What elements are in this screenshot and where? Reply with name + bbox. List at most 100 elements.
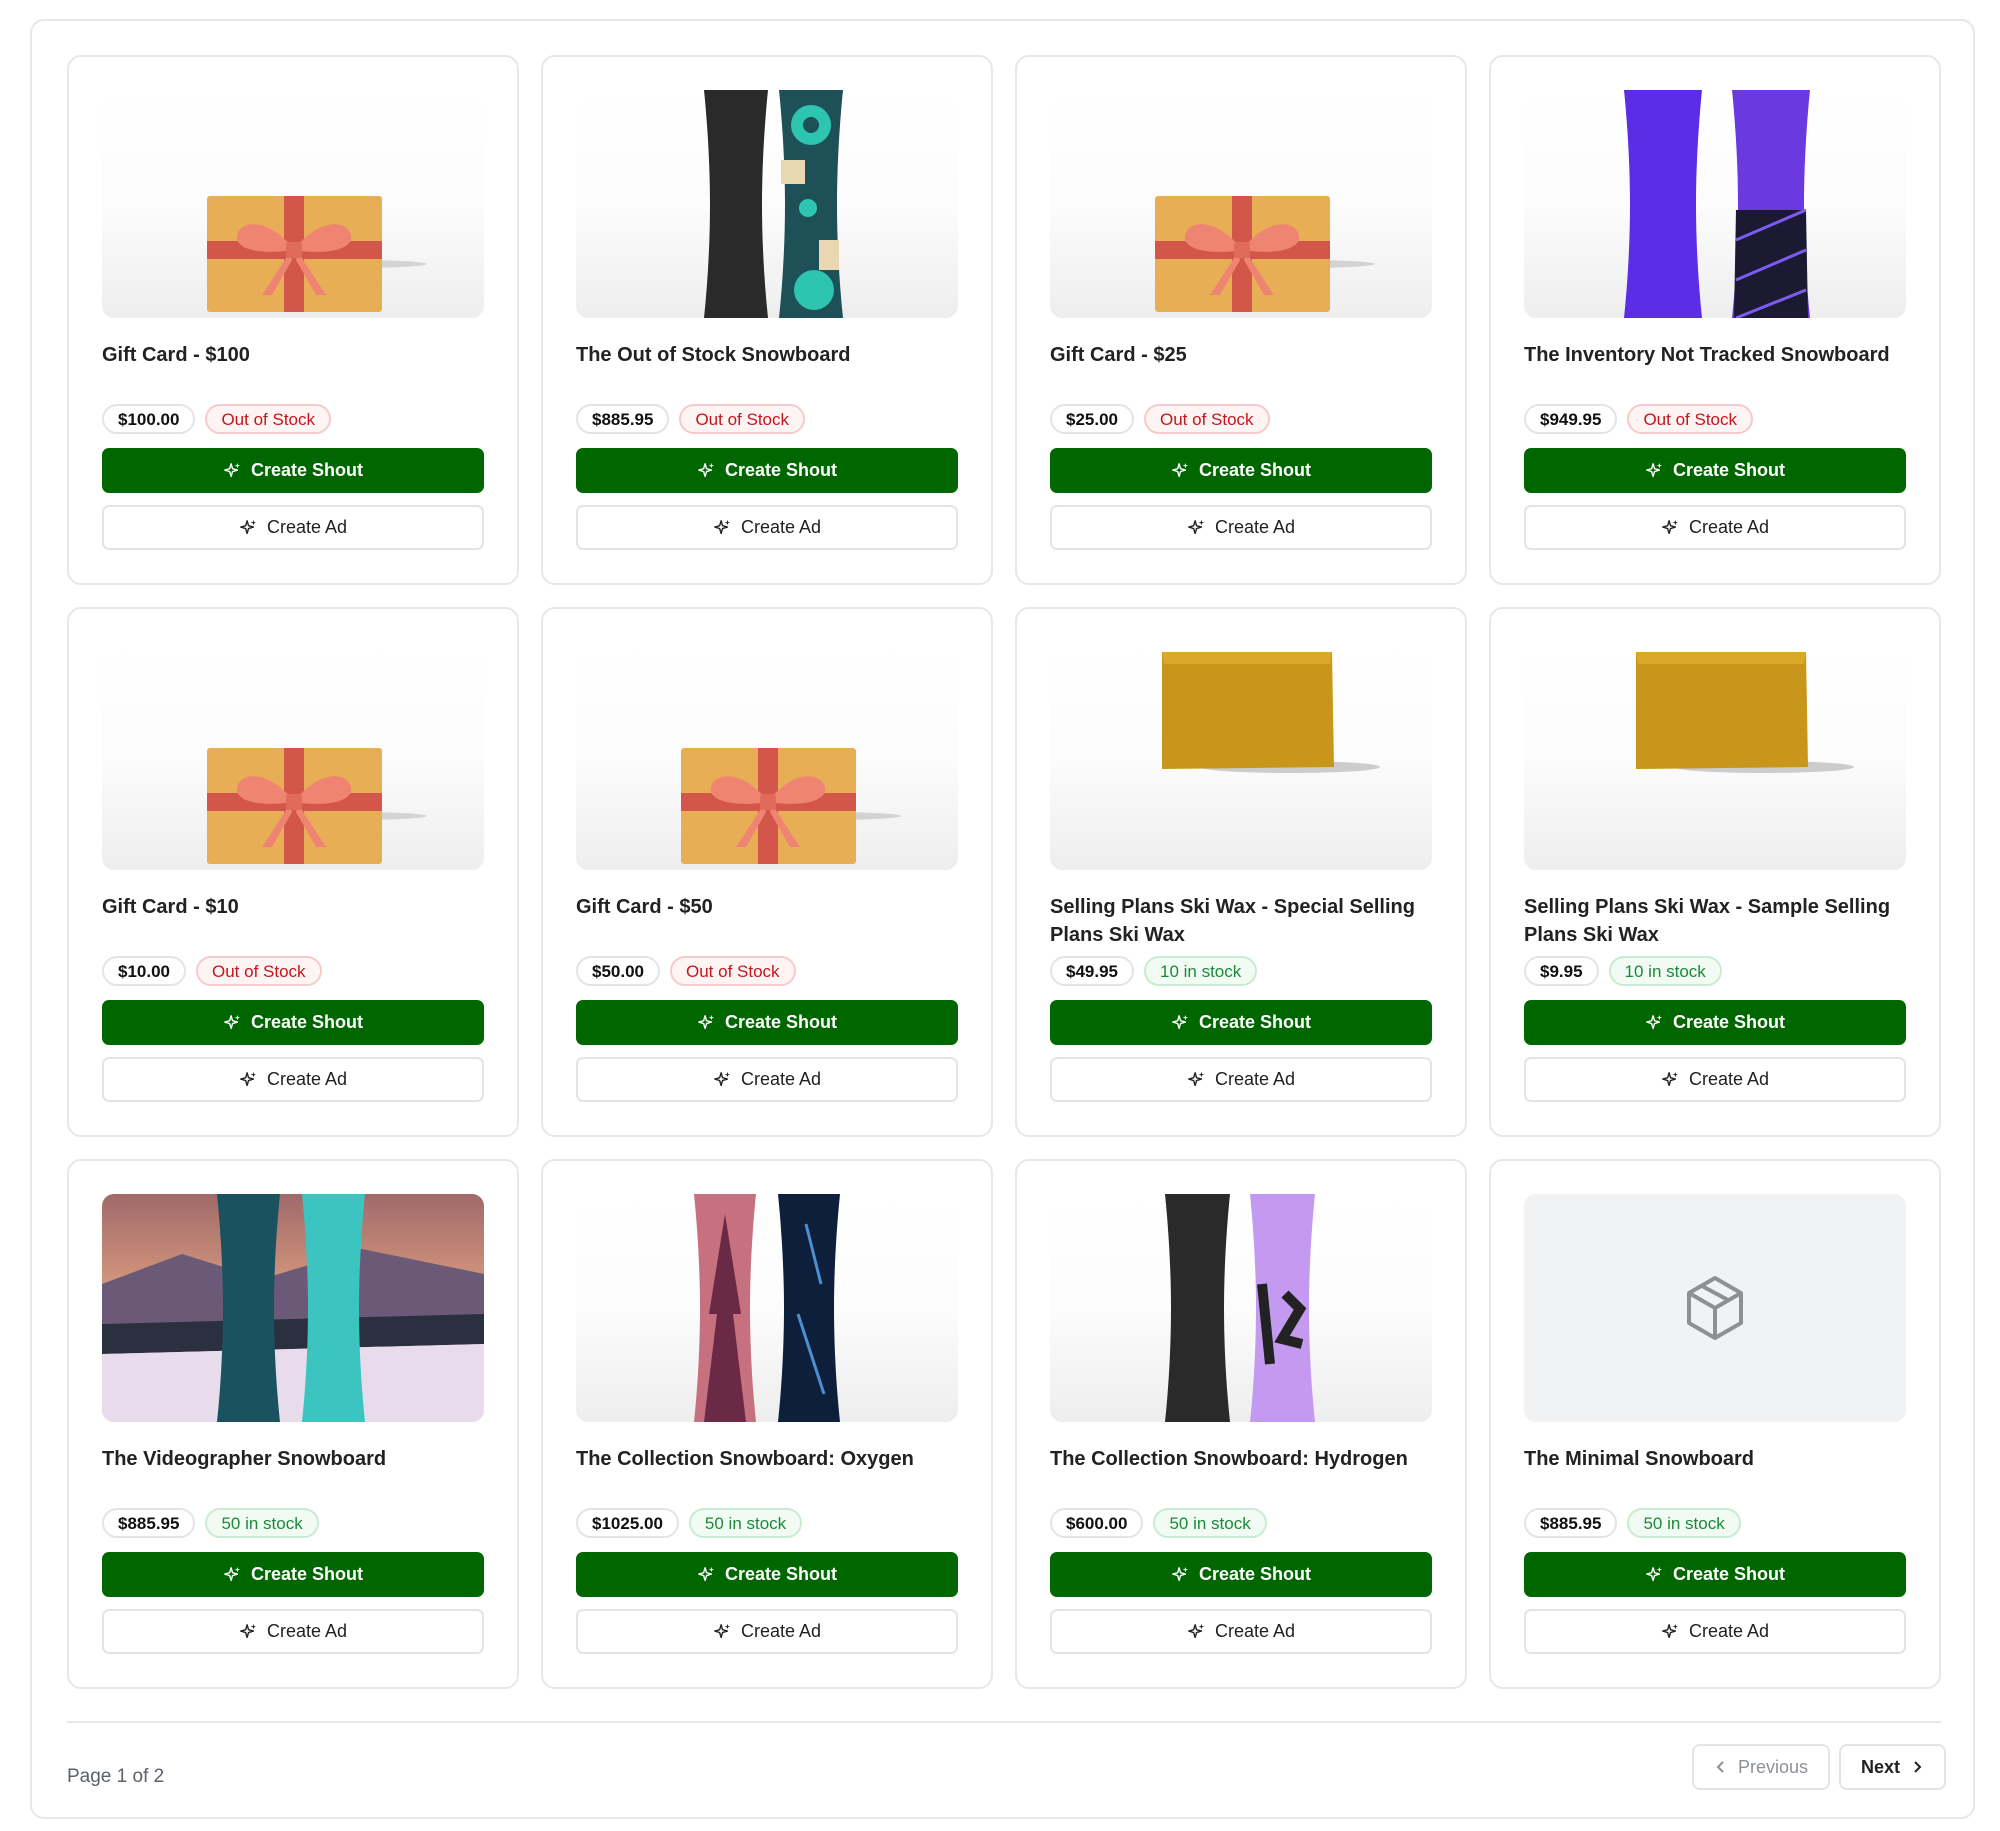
next-button[interactable]: Next xyxy=(1839,1744,1947,1790)
product-card: Selling Plans Ski Wax - Special Selling … xyxy=(1015,607,1467,1137)
product-tags: $1025.00 50 in stock xyxy=(576,1508,803,1538)
create-ad-button[interactable]: Create Ad xyxy=(1050,1609,1432,1654)
create-shout-button[interactable]: Create Shout xyxy=(102,1552,484,1597)
product-card: The Videographer Snowboard $885.95 50 in… xyxy=(67,1159,519,1689)
product-card: The Out of Stock Snowboard $885.95 Out o… xyxy=(541,55,993,585)
create-shout-button[interactable]: Create Shout xyxy=(102,448,484,493)
product-title: The Collection Snowboard: Hydrogen xyxy=(1050,1448,1408,1470)
product-tags: $885.95 Out of Stock xyxy=(576,404,805,434)
create-shout-button[interactable]: Create Shout xyxy=(576,1552,958,1597)
product-title: Gift Card - $50 xyxy=(576,896,713,918)
product-image xyxy=(576,90,958,318)
create-shout-button[interactable]: Create Shout xyxy=(576,448,958,493)
product-image xyxy=(1050,90,1432,318)
stock-badge: Out of Stock xyxy=(196,956,322,986)
product-image xyxy=(1524,90,1906,318)
sparkle-icon xyxy=(1646,462,1663,477)
sparkle-icon xyxy=(1662,519,1679,534)
sparkle-icon xyxy=(698,1566,715,1581)
create-ad-label: Create Ad xyxy=(740,517,822,537)
sparkle-icon xyxy=(1646,1566,1663,1581)
create-shout-button[interactable]: Create Shout xyxy=(1524,448,1906,493)
stock-badge: 10 in stock xyxy=(1144,956,1258,986)
sparkle-icon xyxy=(224,1014,241,1029)
price-badge: $885.95 xyxy=(102,1508,196,1538)
sparkle-icon xyxy=(714,519,731,534)
price-badge: $10.00 xyxy=(102,956,186,986)
create-ad-button[interactable]: Create Ad xyxy=(1050,505,1432,550)
sparkle-icon xyxy=(1172,1566,1189,1581)
product-image xyxy=(1524,642,1906,870)
create-ad-button[interactable]: Create Ad xyxy=(1524,1609,1906,1654)
product-tags: $949.95 Out of Stock xyxy=(1524,404,1753,434)
sparkle-icon xyxy=(698,462,715,477)
product-tags: $600.00 50 in stock xyxy=(1050,1508,1267,1538)
create-ad-button[interactable]: Create Ad xyxy=(1524,1057,1906,1102)
product-image xyxy=(102,1194,484,1422)
sparkle-icon xyxy=(1188,519,1205,534)
product-tags: $25.00 Out of Stock xyxy=(1050,404,1270,434)
create-shout-button[interactable]: Create Shout xyxy=(1050,1552,1432,1597)
create-shout-label: Create Shout xyxy=(1672,460,1786,480)
create-ad-button[interactable]: Create Ad xyxy=(576,1057,958,1102)
create-shout-label: Create Shout xyxy=(250,460,364,480)
next-label: Next xyxy=(1861,1756,1901,1777)
create-ad-button[interactable]: Create Ad xyxy=(1524,505,1906,550)
price-badge: $949.95 xyxy=(1524,404,1618,434)
create-ad-button[interactable]: Create Ad xyxy=(1050,1057,1432,1102)
create-shout-button[interactable]: Create Shout xyxy=(102,1000,484,1045)
product-card: Gift Card - $100 $100.00 Out of Stock Cr… xyxy=(67,55,519,585)
product-image xyxy=(102,90,484,318)
price-badge: $885.95 xyxy=(1524,1508,1618,1538)
stock-badge: Out of Stock xyxy=(679,404,805,434)
stock-badge: 50 in stock xyxy=(1153,1508,1267,1538)
product-card: Selling Plans Ski Wax - Sample Selling P… xyxy=(1489,607,1941,1137)
create-ad-label: Create Ad xyxy=(1688,1069,1770,1089)
chevron-right-icon xyxy=(1914,1761,1922,1773)
create-shout-button[interactable]: Create Shout xyxy=(1050,448,1432,493)
sparkle-icon xyxy=(1188,1623,1205,1638)
product-card: Gift Card - $25 $25.00 Out of Stock Crea… xyxy=(1015,55,1467,585)
product-image xyxy=(102,642,484,870)
price-badge: $600.00 xyxy=(1050,1508,1144,1538)
create-shout-button[interactable]: Create Shout xyxy=(1524,1000,1906,1045)
price-badge: $885.95 xyxy=(576,404,670,434)
create-shout-button[interactable]: Create Shout xyxy=(1524,1552,1906,1597)
create-shout-label: Create Shout xyxy=(1672,1564,1786,1584)
sparkle-icon xyxy=(1172,462,1189,477)
create-shout-label: Create Shout xyxy=(1198,1012,1312,1032)
product-image xyxy=(1050,642,1432,870)
product-tags: $49.95 10 in stock xyxy=(1050,956,1258,986)
product-title: The Out of Stock Snowboard xyxy=(576,344,851,366)
create-shout-label: Create Shout xyxy=(724,460,838,480)
create-ad-button[interactable]: Create Ad xyxy=(102,1057,484,1102)
previous-label: Previous xyxy=(1738,1756,1809,1777)
sparkle-icon xyxy=(240,1623,257,1638)
create-ad-label: Create Ad xyxy=(1688,517,1770,537)
previous-button[interactable]: Previous xyxy=(1692,1744,1831,1790)
create-shout-button[interactable]: Create Shout xyxy=(1050,1000,1432,1045)
product-title: Gift Card - $25 xyxy=(1050,344,1187,366)
stock-badge: Out of Stock xyxy=(670,956,796,986)
product-card: Gift Card - $50 $50.00 Out of Stock Crea… xyxy=(541,607,993,1137)
product-tags: $100.00 Out of Stock xyxy=(102,404,331,434)
product-tags: $885.95 50 in stock xyxy=(1524,1508,1741,1538)
create-shout-label: Create Shout xyxy=(1672,1012,1786,1032)
create-shout-label: Create Shout xyxy=(724,1012,838,1032)
sparkle-icon xyxy=(224,462,241,477)
create-ad-button[interactable]: Create Ad xyxy=(576,1609,958,1654)
create-ad-button[interactable]: Create Ad xyxy=(102,505,484,550)
create-ad-button[interactable]: Create Ad xyxy=(576,505,958,550)
create-ad-label: Create Ad xyxy=(1214,1069,1296,1089)
create-ad-label: Create Ad xyxy=(1214,517,1296,537)
create-shout-label: Create Shout xyxy=(250,1564,364,1584)
product-tags: $10.00 Out of Stock xyxy=(102,956,322,986)
sparkle-icon xyxy=(714,1071,731,1086)
create-shout-button[interactable]: Create Shout xyxy=(576,1000,958,1045)
products-panel: Gift Card - $100 $100.00 Out of Stock Cr… xyxy=(30,19,1975,1819)
product-title: Gift Card - $10 xyxy=(102,896,239,918)
sparkle-icon xyxy=(1646,1014,1663,1029)
product-grid: Gift Card - $100 $100.00 Out of Stock Cr… xyxy=(67,55,1941,1689)
create-ad-button[interactable]: Create Ad xyxy=(102,1609,484,1654)
create-shout-label: Create Shout xyxy=(724,1564,838,1584)
